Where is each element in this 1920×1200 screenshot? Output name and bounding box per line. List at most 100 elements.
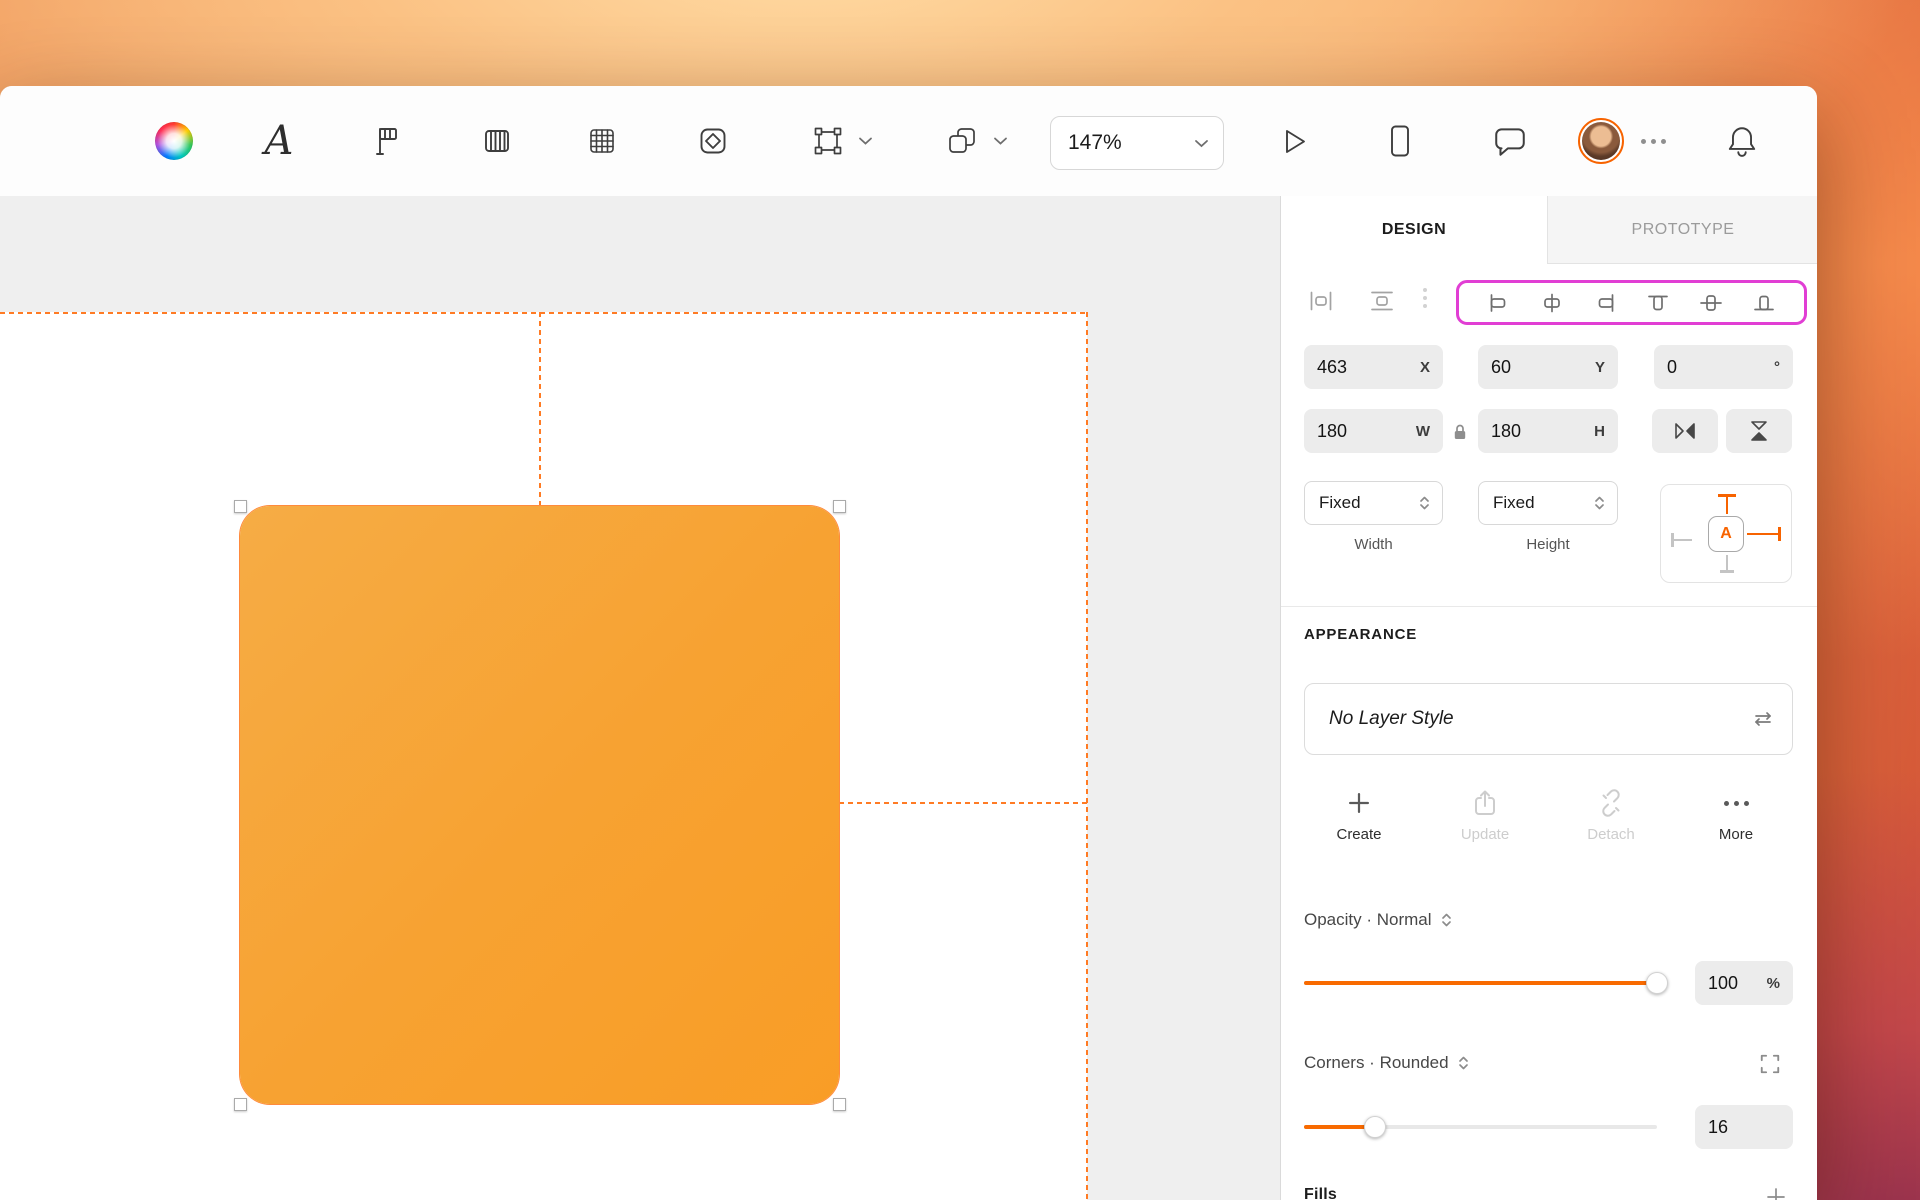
- zoom-select[interactable]: 147%: [1050, 116, 1224, 170]
- grid-button[interactable]: [580, 119, 624, 163]
- corner-radius-slider-knob[interactable]: [1364, 1116, 1386, 1138]
- more-dot-icon: [1641, 139, 1646, 144]
- bell-icon: [1725, 124, 1759, 158]
- text-tool-icon: A: [265, 121, 294, 161]
- mirror-device-button[interactable]: [1378, 119, 1422, 163]
- opacity-blend-row[interactable]: Opacity · Normal: [1304, 910, 1452, 930]
- frame-tool-chevron-icon[interactable]: [858, 137, 873, 146]
- align-right-icon[interactable]: [1592, 292, 1618, 314]
- corner-radius-input[interactable]: 16: [1695, 1105, 1793, 1149]
- height-input[interactable]: 180 H: [1478, 409, 1618, 453]
- stepper-chevrons-icon[interactable]: [1458, 1054, 1469, 1072]
- zoom-chevron-icon: [1194, 139, 1209, 148]
- style-create-button[interactable]: Create: [1309, 788, 1409, 843]
- frame-selection-icon: [810, 123, 846, 159]
- chat-bubble-icon: [1492, 124, 1528, 158]
- appearance-section-title: APPEARANCE: [1304, 626, 1417, 643]
- opacity-slider[interactable]: [1304, 972, 1657, 994]
- section-divider: [1281, 606, 1817, 607]
- phone-icon: [1382, 123, 1418, 159]
- text-tool-button[interactable]: A: [257, 119, 301, 163]
- symbols-chevron-icon[interactable]: [993, 137, 1008, 146]
- comments-button[interactable]: [1488, 119, 1532, 163]
- account-avatar[interactable]: [1578, 118, 1624, 164]
- align-center-horizontal-icon[interactable]: [1539, 292, 1565, 314]
- add-fill-icon[interactable]: [1767, 1188, 1785, 1200]
- constraint-pin-right-icon[interactable]: [1778, 527, 1781, 541]
- rotation-value: 0: [1667, 357, 1677, 378]
- collaborators-more-button[interactable]: [1633, 119, 1673, 163]
- style-more-button[interactable]: More: [1686, 788, 1786, 843]
- constraint-pin-bottom-icon[interactable]: [1726, 555, 1728, 570]
- diamond-slice-icon: [695, 123, 731, 159]
- align-bottom-icon[interactable]: [1751, 292, 1777, 314]
- insert-shape-button[interactable]: [691, 119, 735, 163]
- flag-ruler-icon: [369, 123, 405, 159]
- flip-horizontal-button[interactable]: [1652, 409, 1718, 453]
- distribute-horizontally-button[interactable]: [1304, 284, 1338, 318]
- fills-section-title: Fills: [1304, 1186, 1337, 1200]
- align-middle-vertical-icon[interactable]: [1698, 292, 1724, 314]
- layer-style-select[interactable]: No Layer Style: [1304, 683, 1793, 755]
- opacity-slider-knob[interactable]: [1646, 972, 1668, 994]
- canvas[interactable]: [0, 196, 1280, 1200]
- corners-type-row[interactable]: Corners · Rounded: [1304, 1053, 1469, 1073]
- y-unit: Y: [1595, 359, 1605, 376]
- selected-rectangle-layer[interactable]: [240, 506, 839, 1104]
- align-left-icon[interactable]: [1486, 292, 1512, 314]
- corner-radius-slider[interactable]: [1304, 1116, 1657, 1138]
- flip-vertical-icon: [1748, 418, 1770, 444]
- height-sizing-select[interactable]: Fixed: [1478, 481, 1618, 525]
- ellipsis-icon: [1686, 788, 1786, 818]
- tab-prototype[interactable]: PROTOTYPE: [1547, 196, 1817, 264]
- width-sizing-select[interactable]: Fixed: [1304, 481, 1443, 525]
- artboard-guide-vertical-right: [1086, 312, 1088, 1200]
- width-input[interactable]: 180 W: [1304, 409, 1443, 453]
- app-window: A: [0, 86, 1817, 1200]
- x-input[interactable]: 463 X: [1304, 345, 1443, 389]
- grid-icon: [584, 123, 620, 159]
- color-wheel-icon: [155, 122, 193, 160]
- align-top-icon[interactable]: [1645, 292, 1671, 314]
- lock-ratio-icon[interactable]: [1452, 422, 1468, 441]
- preview-play-button[interactable]: [1271, 119, 1315, 163]
- resizing-constraints-widget[interactable]: A: [1660, 484, 1792, 583]
- swap-style-icon[interactable]: [1752, 711, 1774, 727]
- align-divider-dots: [1423, 288, 1427, 308]
- selection-handle-bottom-right[interactable]: [833, 1098, 846, 1111]
- inspector-panel: DESIGN PROTOTYPE: [1280, 196, 1817, 1200]
- height-value: 180: [1491, 421, 1521, 442]
- columns-icon: [479, 123, 515, 159]
- opacity-value-input[interactable]: 100 %: [1695, 961, 1793, 1005]
- style-update-button: Update: [1435, 788, 1535, 843]
- play-icon: [1274, 122, 1312, 160]
- selection-handle-top-left[interactable]: [234, 500, 247, 513]
- distribute-vertically-button[interactable]: [1365, 284, 1399, 318]
- color-picker-button[interactable]: [152, 119, 196, 163]
- layer-style-value: No Layer Style: [1329, 708, 1454, 730]
- measure-tool-button[interactable]: [365, 119, 409, 163]
- x-value: 463: [1317, 357, 1347, 378]
- update-arrow-icon: [1471, 789, 1499, 817]
- symbols-button[interactable]: [940, 119, 984, 163]
- width-sizing-value: Fixed: [1319, 493, 1361, 513]
- width-unit: W: [1416, 423, 1430, 440]
- selection-handle-bottom-left[interactable]: [234, 1098, 247, 1111]
- notifications-button[interactable]: [1720, 119, 1764, 163]
- tab-prototype-label: PROTOTYPE: [1632, 221, 1735, 239]
- rotation-input[interactable]: 0 °: [1654, 345, 1793, 389]
- zoom-value: 147%: [1068, 131, 1122, 155]
- corners-label: Corners · Rounded: [1304, 1053, 1449, 1073]
- layout-columns-button[interactable]: [475, 119, 519, 163]
- artboard-guide-vertical-left: [539, 312, 541, 508]
- tab-design[interactable]: DESIGN: [1281, 196, 1547, 264]
- stepper-chevrons-icon: [1594, 494, 1605, 512]
- per-corner-expand-icon[interactable]: [1759, 1053, 1781, 1075]
- y-input[interactable]: 60 Y: [1478, 345, 1618, 389]
- stepper-chevrons-icon[interactable]: [1441, 911, 1452, 929]
- opacity-label: Opacity · Normal: [1304, 910, 1432, 930]
- selection-handle-top-right[interactable]: [833, 500, 846, 513]
- frame-tool-button[interactable]: [806, 119, 850, 163]
- height-sizing-label: Height: [1478, 536, 1618, 553]
- flip-vertical-button[interactable]: [1726, 409, 1792, 453]
